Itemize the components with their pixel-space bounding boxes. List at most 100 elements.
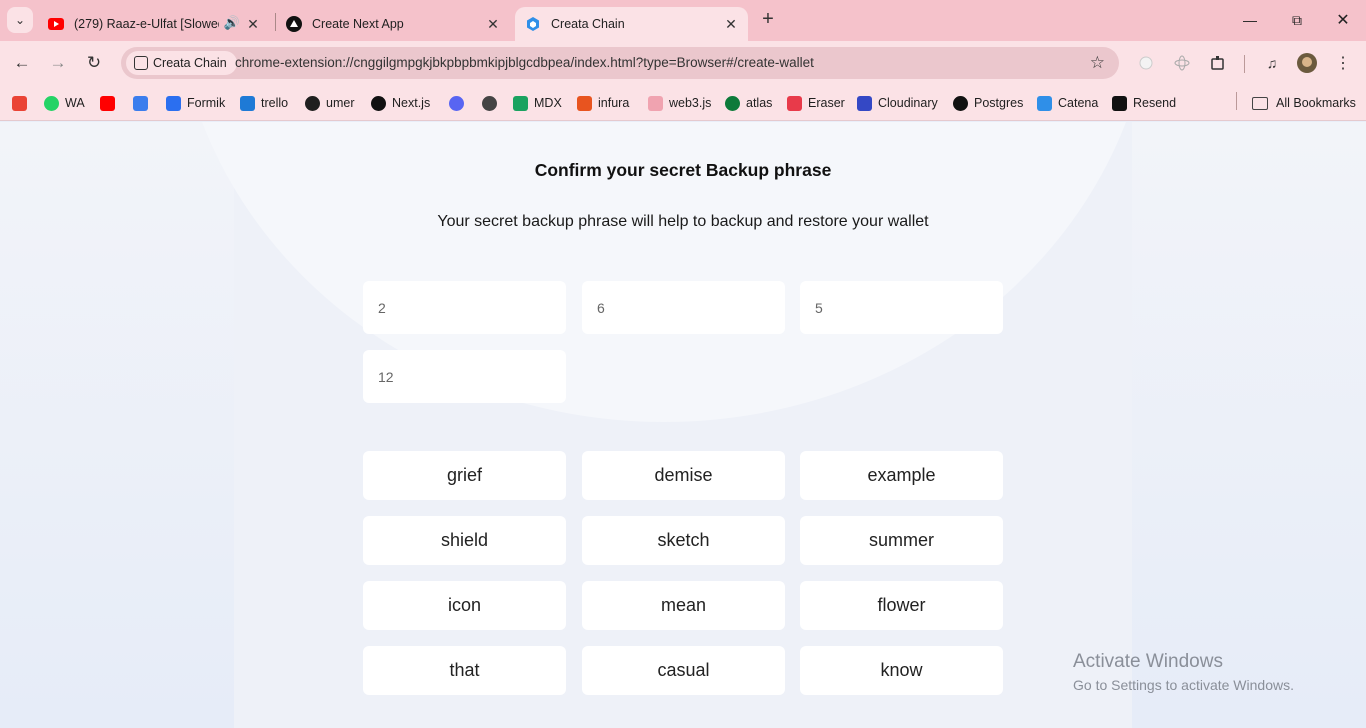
formik-icon	[166, 95, 181, 111]
watermark-line-2: Go to Settings to activate Windows.	[1073, 677, 1294, 693]
bookmark-item[interactable]: MDX	[513, 93, 562, 113]
bookmark-item[interactable]: Formik	[166, 93, 225, 113]
tab-strip: ⌄ (279) Raaz-e-Ulfat [Slowed + 🔊 ✕ Creat…	[0, 0, 1366, 41]
bookmark-label: Resend	[1133, 96, 1177, 110]
cloudinary-icon	[857, 95, 872, 111]
web3-icon	[648, 95, 663, 111]
kebab-menu-icon[interactable]: ⋮	[1333, 53, 1353, 73]
phrase-slot[interactable]: 12	[363, 350, 566, 403]
youtube-icon	[48, 16, 64, 32]
bookmark-item[interactable]: Resend	[1112, 93, 1176, 113]
bookmark-item[interactable]: Postgres	[953, 93, 1023, 113]
word-button[interactable]: grief	[363, 451, 566, 500]
page-title: Confirm your secret Backup phrase	[534, 160, 832, 180]
word-button[interactable]: mean	[582, 581, 785, 630]
phrase-slot[interactable]: 6	[582, 281, 785, 334]
close-tab-icon[interactable]: ✕	[484, 15, 502, 33]
infura-icon	[577, 95, 592, 111]
all-bookmarks-button[interactable]: All Bookmarks	[1252, 93, 1356, 113]
close-window-icon[interactable]: ✕	[1333, 10, 1353, 30]
bookmark-label: MDX	[534, 96, 562, 110]
bookmark-item[interactable]: infura	[577, 93, 629, 113]
reload-icon[interactable]: ↻	[82, 51, 106, 75]
mdx-icon	[513, 95, 528, 111]
tab-create-next-app[interactable]: Create Next App ✕	[276, 7, 510, 41]
phrase-slot[interactable]: 5	[800, 281, 1003, 334]
mongodb-icon	[725, 95, 740, 111]
profile-avatar[interactable]	[1297, 53, 1317, 73]
resend-icon	[1112, 95, 1127, 111]
word-button[interactable]: example	[800, 451, 1003, 500]
page-subtitle: Your secret backup phrase will help to b…	[437, 213, 929, 230]
nextjs-triangle-icon	[286, 16, 302, 32]
site-chip-label: Creata Chain	[153, 56, 227, 70]
word-button[interactable]: sketch	[582, 516, 785, 565]
back-arrow-icon[interactable]: ←	[10, 51, 34, 75]
tab-title: (279) Raaz-e-Ulfat [Slowed +	[74, 17, 219, 31]
bookmark-label: Eraser	[808, 96, 845, 110]
windows-activation-watermark: Activate Windows Go to Settings to activ…	[1073, 650, 1294, 696]
forward-arrow-icon[interactable]: →	[46, 51, 70, 75]
github-icon	[305, 95, 320, 111]
minimize-icon[interactable]: —	[1240, 10, 1260, 30]
phrase-slot[interactable]: 2	[363, 281, 566, 334]
close-tab-icon[interactable]: ✕	[722, 15, 740, 33]
word-button[interactable]: shield	[363, 516, 566, 565]
bookmark-item[interactable]: web3.js	[648, 93, 711, 113]
site-info-chip[interactable]: Creata Chain	[126, 51, 237, 75]
word-button[interactable]: that	[363, 646, 566, 695]
ms-icon	[133, 95, 148, 111]
youtube-icon	[100, 95, 115, 111]
bookmark-label: WA	[65, 96, 85, 110]
new-tab-button[interactable]: +	[757, 9, 779, 31]
chevron-down-icon: ⌄	[14, 13, 26, 27]
postgres-icon	[953, 95, 968, 111]
bookmark-label: Cloudinary	[878, 96, 938, 110]
media-control-icon[interactable]: ♫	[1262, 53, 1282, 73]
bookmark-item[interactable]: WA	[44, 93, 85, 113]
bookmark-item[interactable]: Next.js	[371, 93, 430, 113]
extension-puzzle-icon	[134, 56, 148, 70]
tab-search-button[interactable]: ⌄	[7, 7, 33, 33]
speaker-icon[interactable]: 🔊	[224, 15, 240, 31]
url-text[interactable]: chrome-extension://cnggilgmpgkjbkpbpbmki…	[235, 55, 814, 70]
bookmark-item[interactable]	[100, 93, 121, 113]
tab-creata-chain[interactable]: Creata Chain ✕	[515, 7, 748, 41]
bookmark-item[interactable]	[12, 93, 33, 113]
extension-icon[interactable]	[1136, 53, 1156, 73]
bookmarks-separator	[1236, 92, 1237, 110]
bookmark-item[interactable]: Eraser	[787, 93, 845, 113]
close-tab-icon[interactable]: ✕	[244, 15, 262, 33]
bookmark-item[interactable]: umer	[305, 93, 354, 113]
bookmark-label: umer	[326, 96, 355, 110]
gmail-icon	[12, 95, 27, 111]
folder-icon	[1252, 96, 1268, 110]
word-button[interactable]: know	[800, 646, 1003, 695]
bookmark-item[interactable]: Catena	[1037, 93, 1098, 113]
address-bar[interactable]: Creata Chain chrome-extension://cnggilgm…	[121, 47, 1119, 79]
react-devtools-icon[interactable]	[1172, 53, 1192, 73]
bookmark-label: trello	[261, 96, 289, 110]
creata-chain-icon	[525, 16, 541, 32]
openai-icon	[482, 95, 497, 111]
word-button[interactable]: icon	[363, 581, 566, 630]
bookmark-label: Postgres	[974, 96, 1024, 110]
bookmark-item[interactable]: trello	[240, 93, 288, 113]
bookmark-label: Catena	[1058, 96, 1099, 110]
nextjs-icon	[371, 95, 386, 111]
trello-icon	[240, 95, 255, 111]
bookmark-item[interactable]: Cloudinary	[857, 93, 938, 113]
word-button[interactable]: flower	[800, 581, 1003, 630]
bookmark-item[interactable]	[449, 93, 470, 113]
extensions-puzzle-icon[interactable]	[1208, 53, 1228, 73]
tab-youtube[interactable]: (279) Raaz-e-Ulfat [Slowed + 🔊 ✕	[38, 7, 270, 41]
bookmark-item[interactable]	[133, 93, 154, 113]
bookmark-item[interactable]	[482, 93, 503, 113]
page-content: Confirm your secret Backup phrase Your s…	[0, 122, 1366, 728]
bookmark-star-icon[interactable]: ☆	[1090, 53, 1105, 73]
word-button[interactable]: demise	[582, 451, 785, 500]
bookmark-item[interactable]: atlas	[725, 93, 772, 113]
word-button[interactable]: summer	[800, 516, 1003, 565]
restore-icon[interactable]: ⧉	[1287, 10, 1307, 30]
word-button[interactable]: casual	[582, 646, 785, 695]
